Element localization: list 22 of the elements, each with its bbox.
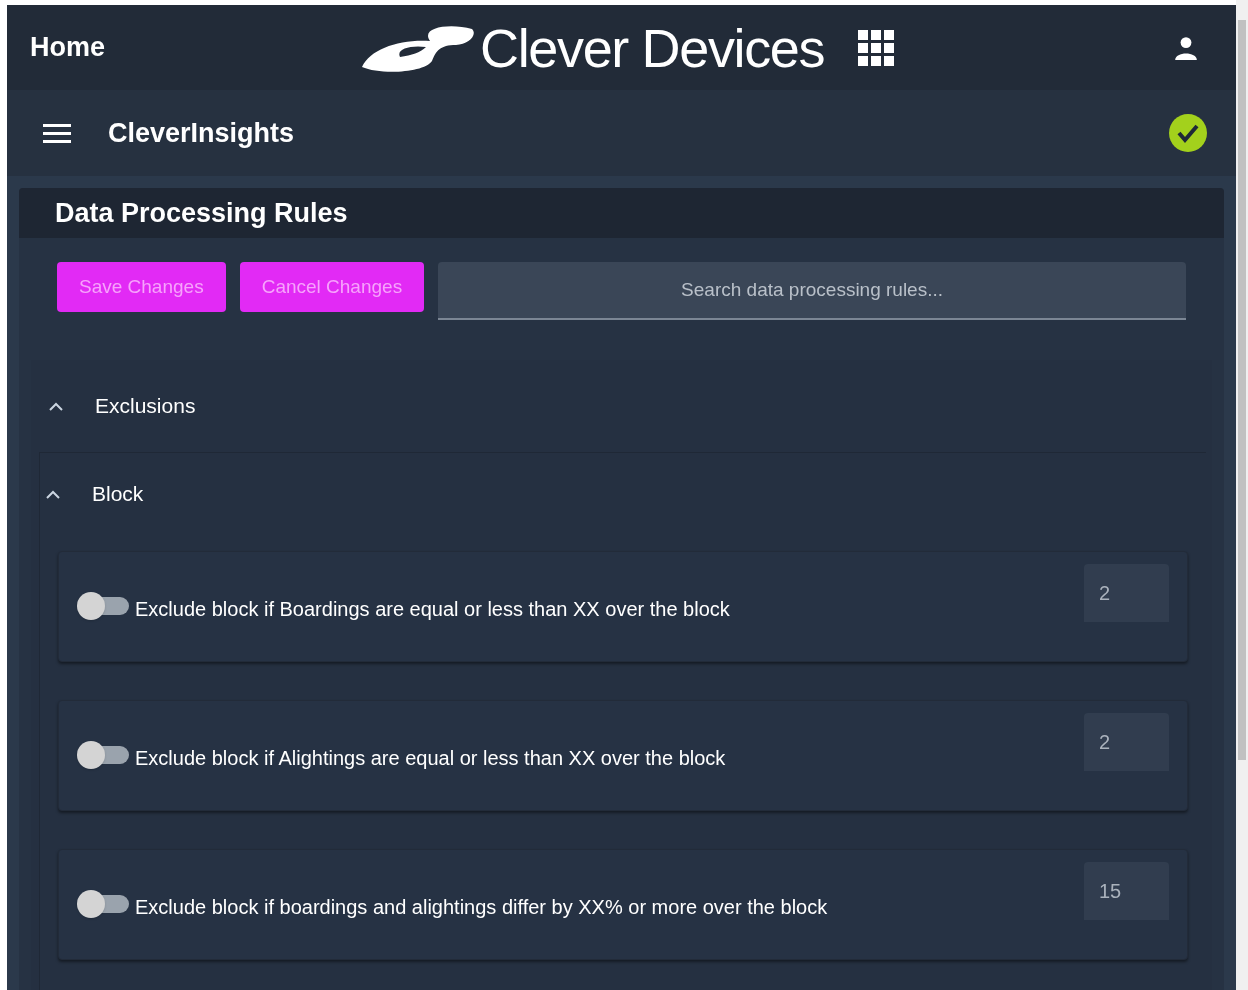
value-field[interactable]: 2 <box>1084 713 1169 771</box>
rule-label: Exclude block if boardings and alightings differ by XX% or more over the block <box>135 895 829 920</box>
value-field[interactable]: 15 <box>1084 862 1169 920</box>
section-title[interactable]: Exclusions <box>95 390 196 422</box>
chevron-up-icon[interactable] <box>46 489 60 499</box>
scrollbar[interactable] <box>1236 0 1248 990</box>
toggle-switch[interactable] <box>77 592 129 620</box>
search-field[interactable]: Search data processing rules... <box>438 262 1186 320</box>
brand-name: Clever Devices <box>480 20 825 75</box>
toggle-switch[interactable] <box>77 890 129 918</box>
menu-icon[interactable] <box>43 123 71 143</box>
rule-label: Exclude block if Alightings are equal or less than XX over the block <box>135 746 727 771</box>
card-title: Data Processing Rules <box>55 196 348 230</box>
apps-grid-icon[interactable] <box>858 29 895 66</box>
rule-label: Exclude block if Boardings are equal or less than XX over the block <box>135 597 731 622</box>
home-link[interactable]: Home <box>30 27 360 68</box>
toggle-switch[interactable] <box>77 741 129 769</box>
group-title[interactable]: Block <box>92 478 144 510</box>
chevron-up-icon[interactable] <box>49 401 63 411</box>
app-title: CleverInsights <box>108 116 295 150</box>
value-field[interactable]: 2 <box>1084 564 1169 622</box>
user-icon[interactable] <box>1173 34 1199 61</box>
